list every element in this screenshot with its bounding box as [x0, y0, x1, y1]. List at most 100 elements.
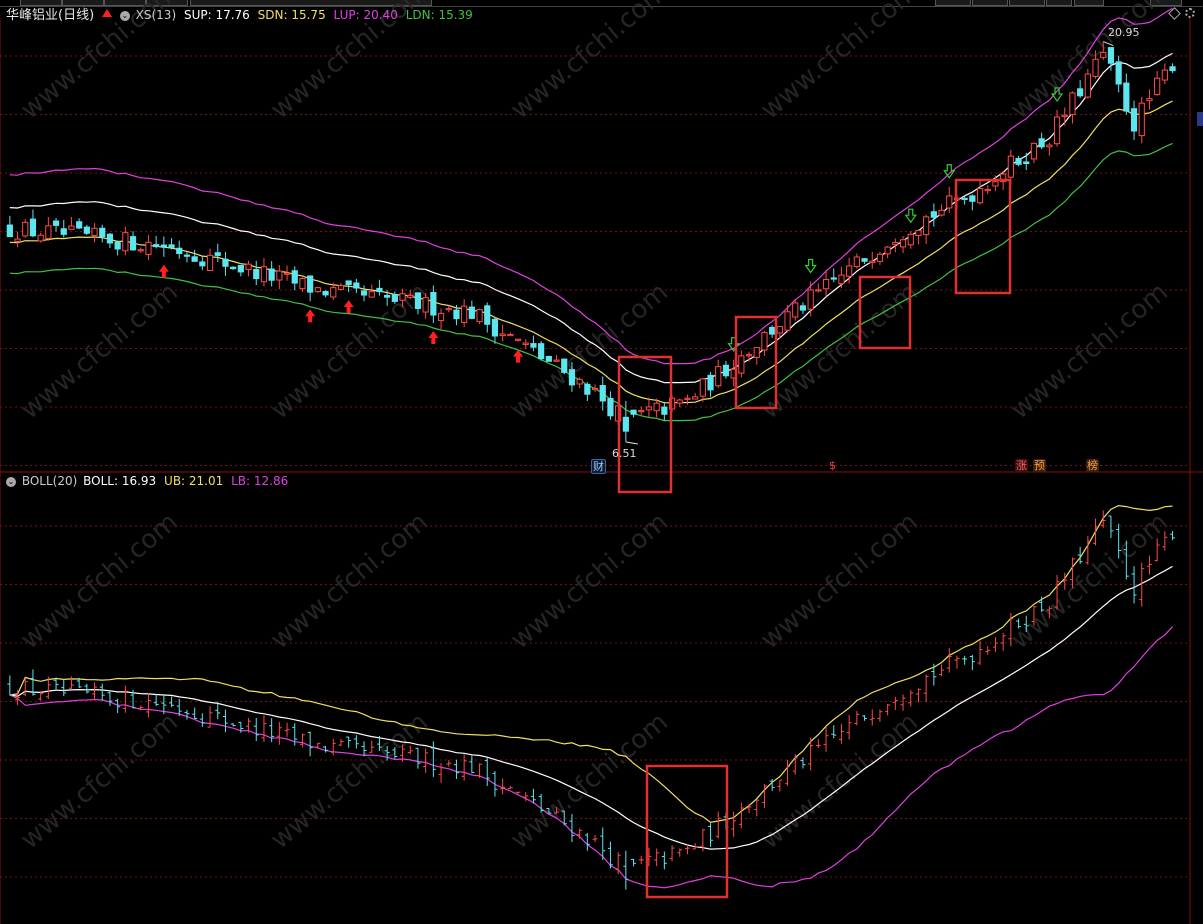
watermark-text: www.cfchi.com: [265, 507, 434, 655]
watermark-text: www.cfchi.com: [755, 0, 924, 125]
candle-body: [206, 254, 214, 272]
settings-circle-icon[interactable]: ⌄: [6, 476, 16, 487]
candle-body: [1023, 161, 1030, 165]
candle-body: [1154, 77, 1161, 96]
candle-body: [645, 406, 653, 411]
watermark-text: www.cfchi.com: [265, 707, 434, 855]
watermark-text: www.cfchi.com: [755, 507, 924, 655]
boll-lb-line: [9, 626, 1173, 889]
candle-body: [191, 256, 198, 262]
candle-body: [1092, 58, 1099, 77]
candle-body: [1169, 66, 1176, 72]
candle-body: [1130, 108, 1138, 132]
sell-arrow-icon: [804, 258, 817, 274]
candle-body: [1038, 138, 1045, 148]
candle-body: [106, 233, 114, 244]
buy-arrow-icon: [343, 300, 354, 314]
candle-body: [22, 221, 29, 237]
candle-body: [745, 354, 753, 357]
candle-body: [337, 285, 345, 290]
candle-body: [607, 397, 614, 417]
lup-value: LUP: 20.40: [333, 8, 398, 22]
candle-body: [876, 253, 884, 262]
candle-body: [68, 225, 75, 230]
candle-body: [399, 293, 406, 301]
candle-body: [137, 249, 144, 252]
candle-body: [437, 312, 445, 322]
candle-body: [599, 385, 606, 402]
candle-body: [484, 305, 491, 325]
ldn-value: LDN: 15.39: [405, 8, 473, 22]
candle-body: [268, 268, 275, 281]
candle-body: [153, 244, 160, 248]
candle-body: [499, 333, 506, 337]
watermark-text: www.cfchi.com: [1005, 507, 1174, 655]
watermark-text: www.cfchi.com: [505, 0, 674, 125]
candle-body: [822, 279, 830, 290]
settings-circle-icon[interactable]: ⌄: [119, 10, 130, 21]
candle-body: [1084, 73, 1091, 98]
candle-body: [846, 265, 853, 277]
candle-body: [1115, 61, 1122, 85]
candle-body: [553, 359, 560, 362]
candle-body: [291, 270, 298, 284]
low-marker-line: [625, 441, 638, 445]
candle-body: [961, 197, 968, 201]
watermark-text: www.cfchi.com: [15, 277, 184, 425]
candle-body: [199, 261, 206, 267]
candle-body: [1030, 142, 1038, 160]
candle-body: [938, 209, 945, 216]
candle-body: [76, 221, 83, 229]
candle-body: [507, 333, 514, 337]
candle-body: [861, 258, 868, 262]
candle-body: [1146, 98, 1153, 102]
buy-arrow-icon: [305, 309, 316, 323]
candle-body: [545, 355, 552, 362]
dollar-badge[interactable]: $: [828, 459, 837, 472]
candle-body: [345, 280, 352, 286]
candle-body: [692, 396, 699, 400]
xs-indicator-name[interactable]: XS(13): [136, 8, 176, 22]
candle-body: [899, 239, 907, 248]
boll-indicator-name[interactable]: BOLL(20): [22, 474, 77, 488]
candle-body: [99, 227, 106, 238]
candle-body: [491, 318, 499, 337]
sub-pane-header: ⌄ BOLL(20) BOLL: 16.93 UB: 21.01 LB: 12.…: [6, 474, 288, 488]
candle-body: [253, 268, 260, 280]
candle-body: [892, 241, 899, 245]
candle-body: [1046, 144, 1053, 148]
candle-body: [1007, 155, 1014, 178]
candle-body: [815, 289, 822, 292]
candle-body: [969, 195, 976, 202]
candle-body: [1138, 102, 1145, 137]
candle-body: [45, 225, 52, 239]
candle-body: [453, 309, 460, 320]
candle-body: [6, 224, 13, 238]
sup-value: SUP: 17.76: [183, 8, 250, 22]
candle-body: [661, 406, 668, 415]
candle-body: [330, 287, 337, 298]
candle-body: [699, 378, 706, 397]
candle-body: [160, 244, 167, 248]
candle-body: [414, 292, 422, 309]
ranking-badge[interactable]: 榜: [1086, 459, 1099, 472]
watermark-text: www.cfchi.com: [265, 277, 434, 425]
finance-badge[interactable]: 财: [591, 459, 606, 474]
limit-up-badge[interactable]: 涨: [1015, 459, 1028, 472]
candle-body: [638, 410, 645, 413]
candle-body: [476, 309, 483, 323]
forecast-badge[interactable]: 预: [1033, 459, 1046, 472]
candle-body: [145, 241, 152, 255]
candle-body: [368, 291, 375, 298]
candle-body: [60, 228, 67, 235]
period-label: (日线): [58, 8, 95, 23]
gear-icon[interactable]: [1185, 8, 1195, 18]
boll-mid-line: [9, 565, 1173, 850]
candle-body: [129, 236, 137, 251]
candle-body: [461, 305, 468, 323]
watermark-text: www.cfchi.com: [505, 507, 674, 655]
candle-body: [168, 244, 175, 248]
side-scroll-marker[interactable]: [1197, 112, 1203, 126]
watermark-text: www.cfchi.com: [15, 707, 184, 855]
candle-body: [923, 216, 930, 236]
